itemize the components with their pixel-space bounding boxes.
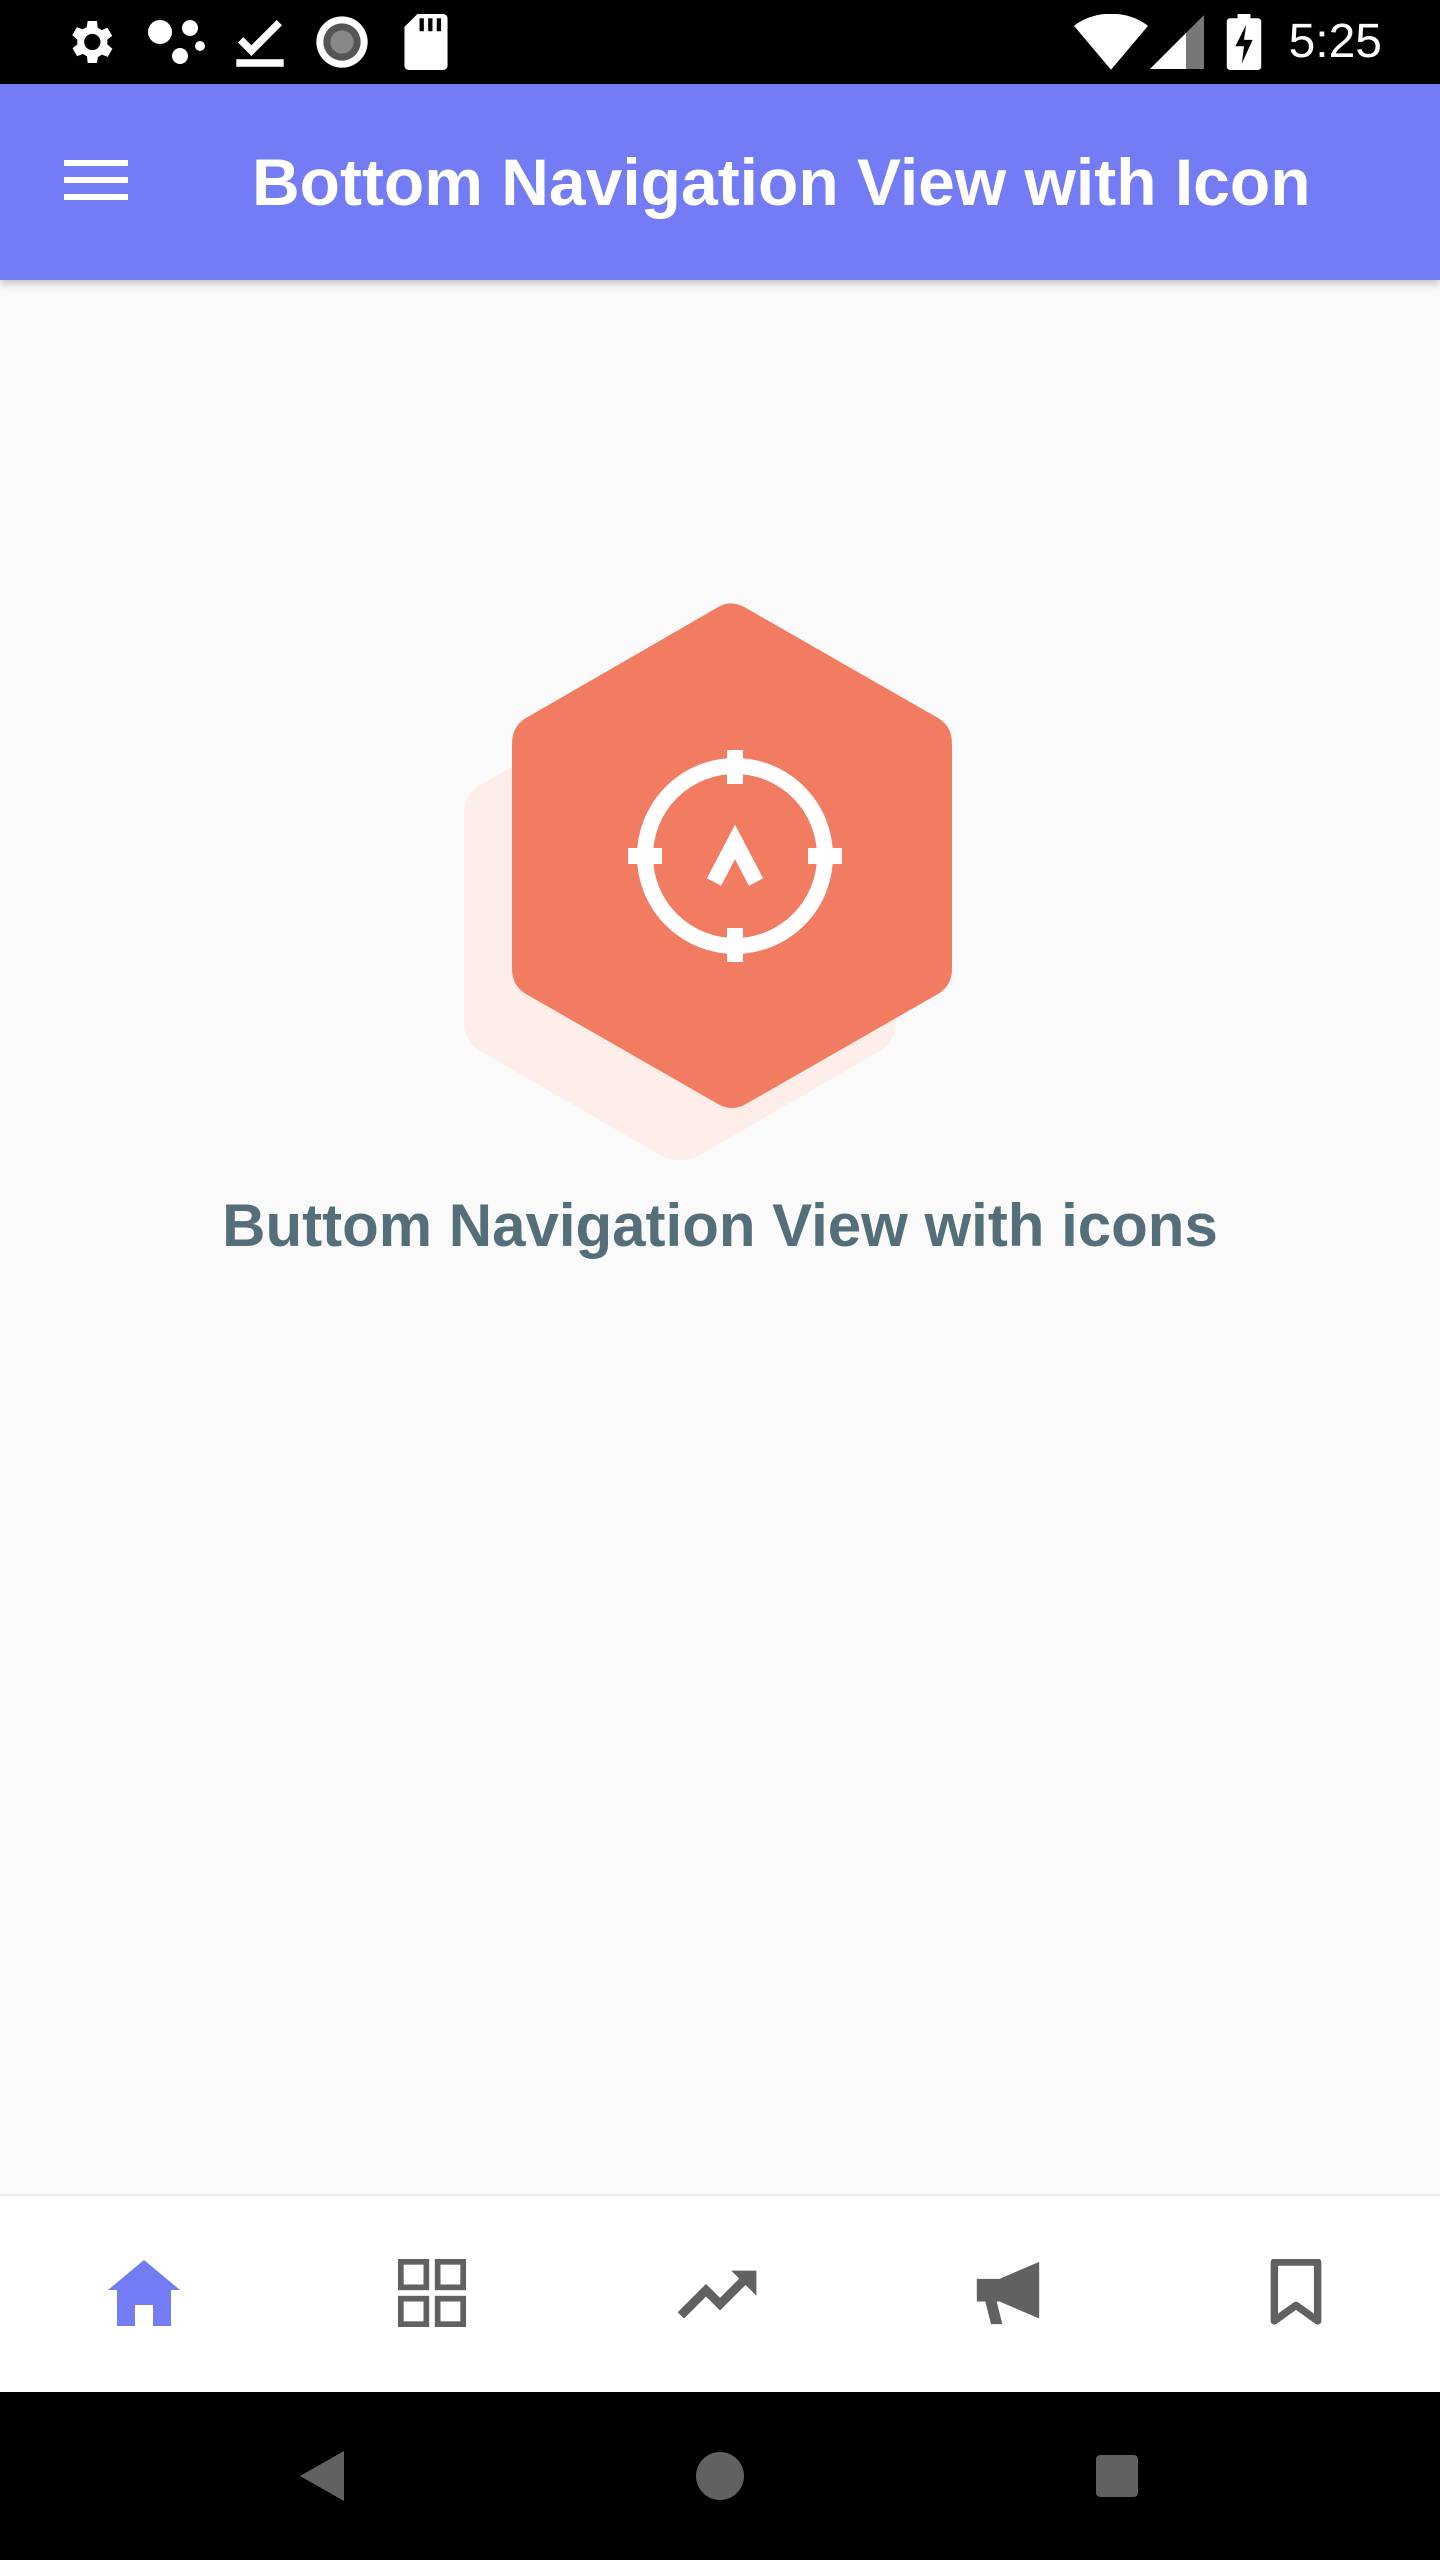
main-content: Buttom Navigation View with icons [0,280,1440,2194]
settings-icon [62,14,118,75]
hamburger-menu-icon [64,156,132,209]
megaphone-icon [970,2259,1046,2332]
download-done-icon [234,14,286,75]
nav-item-grid[interactable] [288,2196,576,2394]
nav-item-home[interactable] [0,2196,288,2394]
signal-icon [1150,14,1204,75]
trending-up-icon [677,2265,762,2326]
loading-circle-icon [314,14,370,75]
system-navigation-bar [0,2392,1440,2560]
nav-item-announcements[interactable] [864,2196,1152,2394]
grid-icon [398,2258,466,2332]
page-title: Bottom Navigation View with Icon [252,145,1311,219]
recents-icon[interactable] [1096,2455,1138,2497]
status-time: 5:25 [1288,15,1382,68]
nav-item-trending[interactable] [576,2196,864,2394]
battery-charging-icon [1226,14,1262,75]
wifi-icon [1074,13,1148,75]
nav-item-bookmarks[interactable] [1152,2196,1440,2394]
home-circle-icon[interactable] [696,2452,744,2500]
app-bar: Bottom Navigation View with Icon [0,84,1440,280]
share-dots-icon [146,14,206,75]
sd-card-icon [404,14,448,75]
back-icon[interactable] [300,2451,344,2501]
bottom-navigation [0,2194,1440,2394]
bookmark-icon [1268,2257,1324,2332]
status-bar: 5:25 [0,0,1440,84]
hexagon-compass-logo [460,600,980,1161]
home-icon [108,2259,180,2332]
menu-button[interactable] [48,134,148,230]
hero-caption: Buttom Navigation View with icons [222,1192,1218,1259]
